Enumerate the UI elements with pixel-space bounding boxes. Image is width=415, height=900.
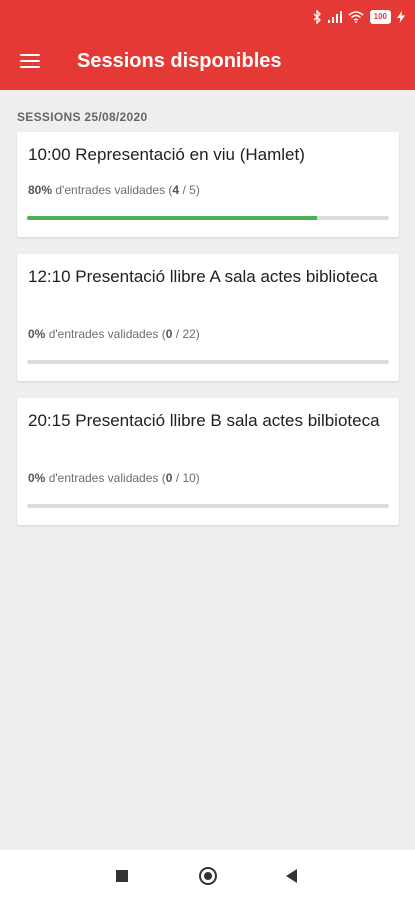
signal-icon: [327, 11, 342, 23]
session-card[interactable]: 10:00 Representació en viu (Hamlet) 80% …: [17, 132, 399, 237]
session-card[interactable]: 20:15 Presentació llibre B sala actes bi…: [17, 398, 399, 525]
session-validated: 0: [165, 327, 173, 341]
session-total: 22: [182, 327, 196, 341]
session-percent: 0%: [28, 471, 46, 485]
recents-square-icon[interactable]: [116, 870, 128, 882]
session-stats: 80% d'entrades validades (4 / 5): [28, 183, 200, 197]
progress-bar: [27, 360, 389, 364]
session-stat-label: d'entrades validades: [55, 183, 166, 197]
progress-bar: [27, 504, 389, 508]
charging-icon: [397, 11, 405, 23]
battery-icon: 100: [369, 10, 391, 24]
hamburger-menu-icon[interactable]: [20, 53, 40, 69]
session-title: 20:15 Presentació llibre B sala actes bi…: [28, 411, 380, 430]
session-stat-label: d'entrades validades: [48, 327, 159, 341]
session-card[interactable]: 12:10 Presentació llibre A sala actes bi…: [17, 254, 399, 381]
session-validated: 0: [165, 471, 173, 485]
session-title: 10:00 Representació en viu (Hamlet): [28, 145, 305, 164]
session-stat-label: d'entrades validades: [48, 471, 159, 485]
status-icons: 100: [312, 9, 405, 25]
session-stats: 0% d'entrades validades (0 / 10): [28, 471, 200, 485]
progress-bar: [27, 216, 389, 220]
app-bar: Sessions disponibles: [0, 32, 415, 90]
section-header: SESSIONS 25/08/2020: [17, 110, 148, 124]
page-title: Sessions disponibles: [77, 50, 282, 72]
bluetooth-icon: [313, 10, 321, 24]
session-title: 12:10 Presentació llibre A sala actes bi…: [28, 267, 378, 286]
session-percent: 80%: [28, 183, 53, 197]
session-stats: 0% d'entrades validades (0 / 22): [28, 327, 200, 341]
wifi-icon: [348, 11, 364, 23]
session-validated: 4: [172, 183, 180, 197]
session-total: 5: [189, 183, 196, 197]
progress-fill: [27, 216, 317, 220]
system-nav-bar: [0, 850, 415, 900]
session-percent: 0%: [28, 327, 46, 341]
back-triangle-icon[interactable]: [286, 869, 297, 883]
session-total: 10: [182, 471, 196, 485]
status-bar: 100: [0, 0, 415, 32]
home-circle-icon[interactable]: [199, 867, 217, 885]
